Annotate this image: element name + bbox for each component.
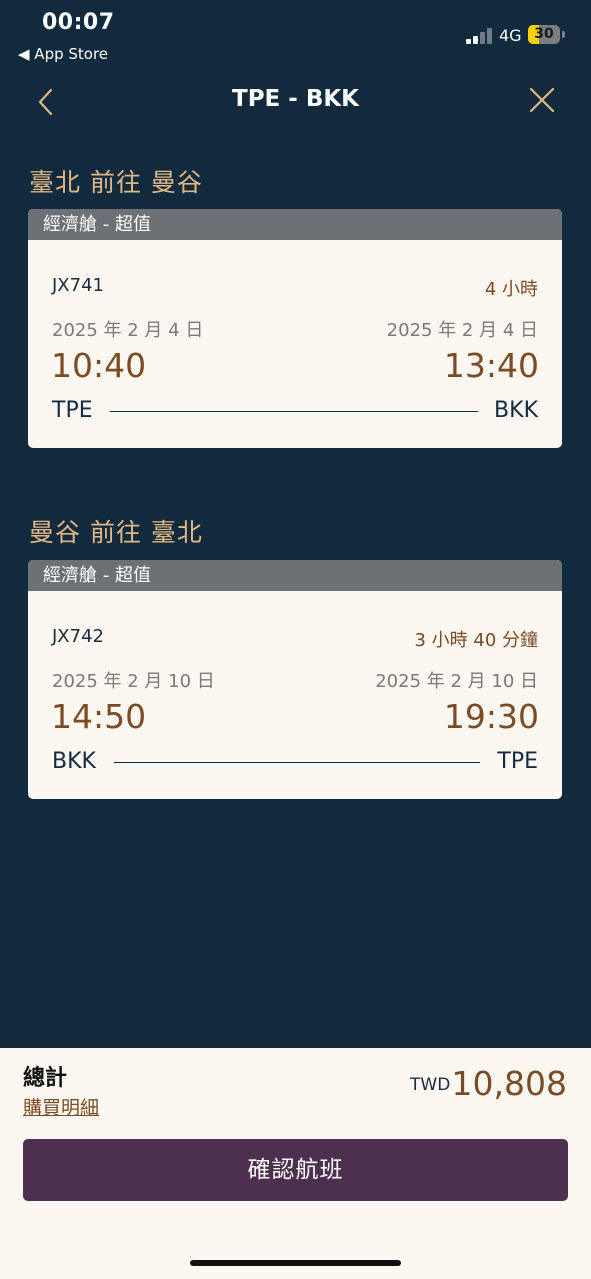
return-departure-date: 2025 年 2 月 10 日 bbox=[52, 671, 215, 692]
page-title: TPE - BKK bbox=[232, 86, 359, 112]
signal-icon bbox=[466, 28, 494, 44]
return-arrival-date: 2025 年 2 月 10 日 bbox=[375, 671, 538, 692]
return-route-title: 曼谷 前往 臺北 bbox=[29, 518, 203, 547]
return-flight-card[interactable]: 經濟艙 - 超值 JX742 3 小時 40 分鐘 2025 年 2 月 10 … bbox=[28, 560, 562, 799]
outbound-route-title: 臺北 前往 曼谷 bbox=[29, 168, 203, 197]
network-type: 4G bbox=[499, 26, 522, 45]
checkout-footer: 總計 購買明細 TWD 10,808 確認航班 bbox=[0, 1048, 591, 1279]
outbound-arrival-date: 2025 年 2 月 4 日 bbox=[386, 320, 538, 341]
outbound-cabin-label: 經濟艙 - 超值 bbox=[28, 209, 562, 240]
outbound-duration: 4 小時 bbox=[484, 279, 538, 300]
return-arrival-time: 19:30 bbox=[443, 697, 539, 736]
battery-level: 30 bbox=[534, 26, 554, 42]
purchase-details-link[interactable]: 購買明細 bbox=[23, 1093, 99, 1120]
status-time: 00:07 bbox=[42, 10, 115, 35]
total-label: 總計 bbox=[23, 1066, 68, 1091]
status-bar: 00:07 ◀ App Store 4G 30 bbox=[0, 0, 591, 80]
close-icon bbox=[529, 87, 555, 113]
back-to-app-store-link[interactable]: ◀ App Store bbox=[18, 45, 108, 63]
outbound-flight-number: JX741 bbox=[52, 275, 104, 296]
outbound-card-body: JX741 4 小時 2025 年 2 月 4 日 2025 年 2 月 4 日… bbox=[28, 240, 562, 448]
outbound-departure-airport: TPE bbox=[52, 398, 93, 423]
battery-icon: 30 bbox=[528, 25, 560, 44]
nav-bar: TPE - BKK bbox=[0, 80, 591, 124]
outbound-departure-date: 2025 年 2 月 4 日 bbox=[52, 320, 204, 341]
total-price: 10,808 bbox=[451, 1064, 567, 1103]
return-duration: 3 小時 40 分鐘 bbox=[414, 630, 538, 651]
outbound-departure-time: 10:40 bbox=[51, 346, 147, 385]
close-button[interactable] bbox=[528, 86, 556, 114]
battery-cap bbox=[562, 31, 565, 38]
return-card-body: JX742 3 小時 40 分鐘 2025 年 2 月 10 日 2025 年 … bbox=[28, 591, 562, 799]
confirm-flight-button[interactable]: 確認航班 bbox=[23, 1139, 568, 1201]
return-departure-time: 14:50 bbox=[51, 697, 147, 736]
outbound-flight-card[interactable]: 經濟艙 - 超值 JX741 4 小時 2025 年 2 月 4 日 2025 … bbox=[28, 209, 562, 448]
price-currency: TWD bbox=[410, 1075, 451, 1095]
return-cabin-label: 經濟艙 - 超值 bbox=[28, 560, 562, 591]
return-flight-number: JX742 bbox=[52, 626, 104, 647]
return-route-line bbox=[114, 762, 480, 763]
outbound-arrival-time: 13:40 bbox=[443, 346, 539, 385]
outbound-arrival-airport: BKK bbox=[494, 398, 538, 423]
home-indicator[interactable] bbox=[190, 1260, 401, 1266]
outbound-route-line bbox=[110, 411, 478, 412]
return-arrival-airport: TPE bbox=[497, 749, 538, 774]
return-departure-airport: BKK bbox=[52, 749, 96, 774]
